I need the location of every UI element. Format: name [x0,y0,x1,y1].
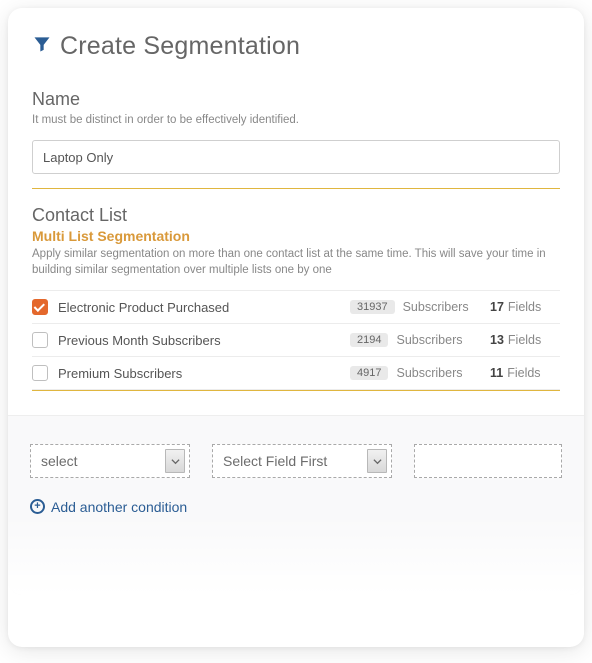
list-checkbox[interactable] [32,332,48,348]
divider [32,390,560,391]
fields-label: Fields [507,366,540,380]
list-checkbox[interactable] [32,299,48,315]
list-name: Previous Month Subscribers [58,333,350,348]
contact-list: Electronic Product Purchased31937 Subscri… [32,290,560,390]
contact-list-row: Previous Month Subscribers2194 Subscriber… [32,324,560,357]
fields-label: Fields [508,300,541,314]
subscriber-count-wrap: 4917 Subscribers [350,366,490,380]
fields-count: 13 [490,333,504,347]
condition-value-input[interactable] [414,444,562,478]
operator-select[interactable]: Select Field First [212,444,392,478]
fields-count-wrap: 11 Fields [490,366,560,380]
subscriber-count-wrap: 31937 Subscribers [350,300,490,314]
subscribers-label: Subscribers [396,333,462,347]
field-select-value: select [41,453,78,469]
condition-value-field[interactable] [415,445,561,477]
create-segmentation-card: Create Segmentation Name It must be dist… [8,8,584,647]
contactlist-label: Contact List [32,205,560,226]
conditions-panel: select Select Field First + Add another … [8,415,584,595]
page-title-text: Create Segmentation [60,32,300,61]
subscriber-count: 4917 [350,366,388,380]
segmentation-name-input[interactable] [32,140,560,174]
subscriber-count: 2194 [350,333,388,347]
filter-icon [32,34,52,59]
list-name: Electronic Product Purchased [58,300,350,315]
contact-list-row: Electronic Product Purchased31937 Subscri… [32,290,560,324]
contactlist-help: Apply similar segmentation on more than … [32,246,560,278]
operator-select-value: Select Field First [223,453,327,469]
name-label: Name [32,89,560,110]
plus-circle-icon: + [30,499,45,514]
fields-count-wrap: 17 Fields [490,300,560,314]
page-title: Create Segmentation [32,32,560,61]
divider [32,188,560,189]
add-condition-label: Add another condition [51,499,187,515]
name-help: It must be distinct in order to be effec… [32,112,560,128]
chevron-down-icon [165,449,185,473]
fields-count-wrap: 13 Fields [490,333,560,347]
field-select[interactable]: select [30,444,190,478]
fade-mask [8,515,584,595]
add-condition-button[interactable]: + Add another condition [30,499,187,515]
chevron-down-icon [367,449,387,473]
multilist-subheading: Multi List Segmentation [32,228,560,244]
list-checkbox[interactable] [32,365,48,381]
condition-row: select Select Field First [30,444,562,478]
subscribers-label: Subscribers [396,366,462,380]
subscriber-count-wrap: 2194 Subscribers [350,333,490,347]
subscriber-count: 31937 [350,300,395,314]
fields-label: Fields [508,333,541,347]
list-name: Premium Subscribers [58,366,350,381]
fields-count: 11 [490,366,503,380]
contact-list-row: Premium Subscribers4917 Subscribers 11 Fiel… [32,357,560,390]
fields-count: 17 [490,300,504,314]
subscribers-label: Subscribers [403,300,469,314]
